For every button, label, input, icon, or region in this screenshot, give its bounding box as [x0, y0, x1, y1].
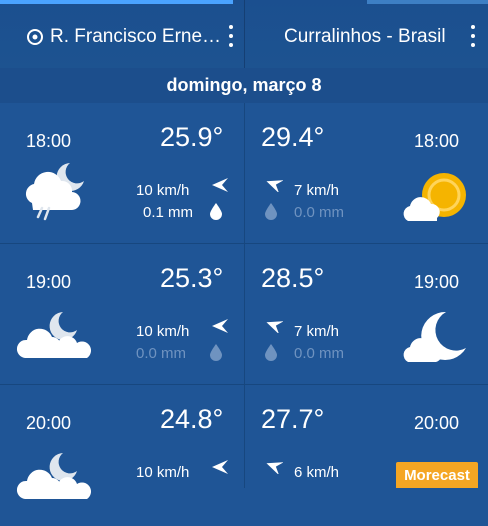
sun-cloud-icon	[403, 173, 466, 221]
date-header: domingo, março 8	[0, 68, 488, 103]
raindrop-icon	[265, 203, 277, 220]
forecast-temperature: 28.5°	[261, 263, 325, 293]
night-cloud-icon	[16, 453, 91, 499]
raindrop-icon	[210, 344, 222, 361]
wind-direction-icon	[266, 462, 283, 474]
wind-direction-icon	[266, 321, 283, 333]
forecast-row[interactable]: 19:00 25.3° 10 km/h 0.0 mm 28.5° 19:00 7…	[0, 244, 488, 385]
night-cloud-rain-icon	[25, 163, 84, 221]
wind-speed: 7 km/h	[294, 182, 340, 199]
wind-speed: 10 km/h	[136, 323, 190, 340]
tab-location-curralinhos[interactable]: Curralinhos - Brasil	[284, 6, 446, 68]
forecast-temperature: 24.8°	[160, 404, 224, 434]
forecast-time: 19:00	[26, 272, 72, 292]
forecast-row[interactable]: 20:00 24.8° 10 km/h 27.7° 20:00 6 km/h	[0, 385, 488, 526]
wind-direction-icon	[212, 460, 228, 474]
forecast-temperature: 27.7°	[261, 404, 325, 434]
tab-menu-icon[interactable]	[229, 25, 233, 47]
brand-label: Morecast	[404, 466, 470, 484]
location-tab-bar: R. Francisco Erne… Curralinhos - Brasil	[0, 0, 488, 68]
wind-direction-icon	[266, 180, 283, 192]
tab-indicator-right	[367, 0, 488, 4]
precipitation-amount: 0.0 mm	[294, 345, 345, 362]
forecast-time: 18:00	[414, 131, 460, 151]
tab-label: Curralinhos - Brasil	[284, 26, 446, 47]
wind-direction-icon	[212, 178, 228, 192]
wind-speed: 7 km/h	[294, 323, 340, 340]
tab-location-current[interactable]: R. Francisco Erne…	[26, 6, 221, 68]
date-label: domingo, março 8	[166, 75, 322, 95]
forecast-time: 18:00	[26, 131, 72, 151]
forecast-time: 19:00	[414, 272, 460, 292]
forecast-temperature: 25.3°	[160, 263, 224, 293]
night-cloud-icon	[16, 312, 91, 358]
tab-menu-icon[interactable]	[471, 25, 475, 47]
wind-speed: 10 km/h	[136, 182, 190, 199]
wind-speed: 6 km/h	[294, 464, 340, 481]
forecast-temperature: 29.4°	[261, 122, 325, 152]
precipitation-amount: 0.1 mm	[143, 204, 194, 221]
location-target-icon	[27, 29, 43, 45]
morecast-logo-badge: Morecast	[396, 462, 478, 488]
wind-speed: 10 km/h	[136, 464, 190, 481]
tab-label: R. Francisco Erne…	[50, 26, 222, 47]
moon-cloud-icon	[403, 311, 466, 362]
raindrop-icon	[210, 203, 222, 220]
forecast-time: 20:00	[414, 413, 460, 433]
precipitation-amount: 0.0 mm	[136, 345, 187, 362]
forecast-temperature: 25.9°	[160, 122, 224, 152]
forecast-time: 20:00	[26, 413, 72, 433]
forecast-row[interactable]: 18:00 25.9° 10 km/h 0.1 mm 29.4° 18:00 7…	[0, 103, 488, 244]
active-tab-indicator	[0, 0, 233, 4]
wind-direction-icon	[212, 319, 228, 333]
precipitation-amount: 0.0 mm	[294, 204, 345, 221]
tab-divider	[244, 0, 245, 68]
raindrop-icon	[265, 344, 277, 361]
